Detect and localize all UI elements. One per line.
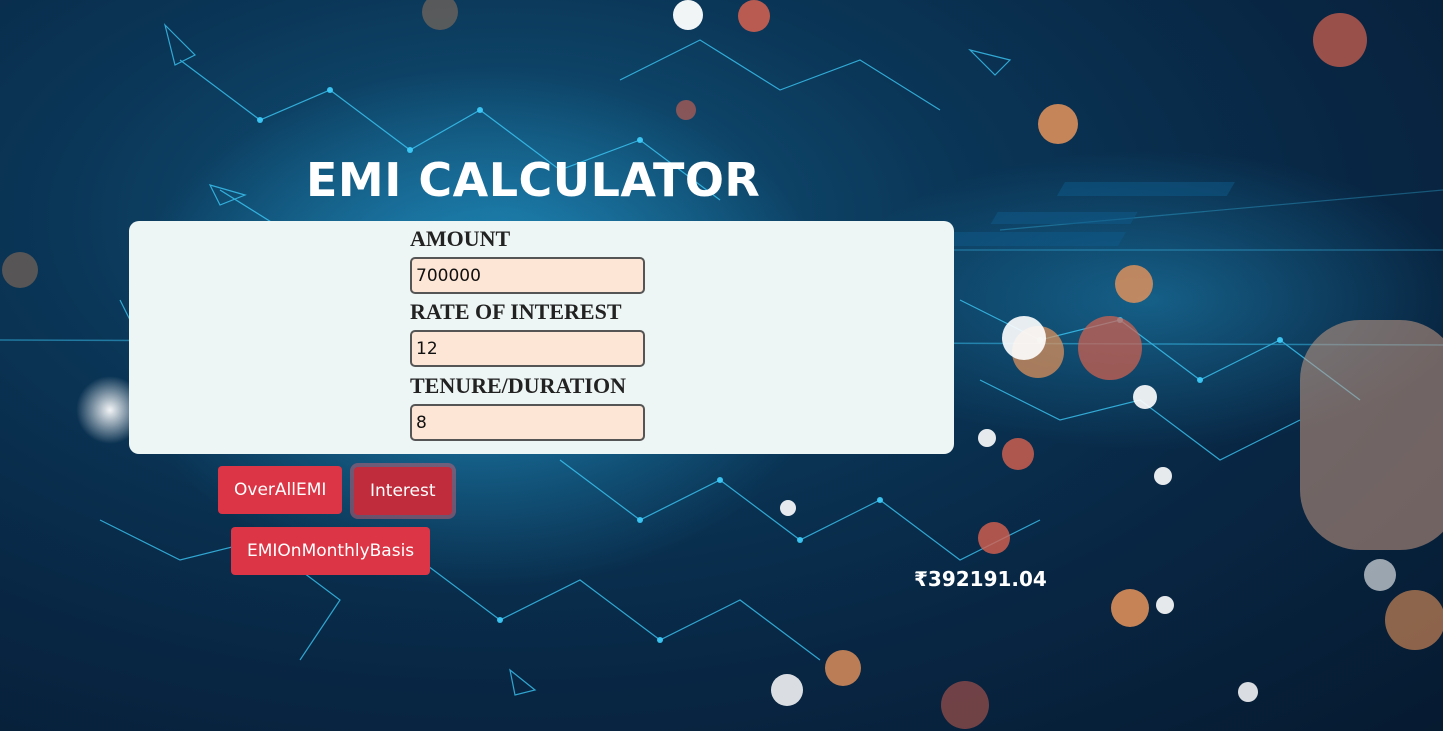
page-title: EMI CALCULATOR: [306, 153, 761, 207]
emi-monthly-basis-button[interactable]: EMIOnMonthlyBasis: [231, 527, 431, 575]
overall-emi-button[interactable]: OverAllEMI: [218, 466, 343, 514]
emi-form-card: AMOUNT RATE OF INTEREST TENURE/DURATION: [129, 221, 954, 454]
rate-of-interest-label: RATE OF INTEREST: [410, 299, 622, 324]
interest-button[interactable]: Interest: [354, 467, 452, 515]
tenure-duration-label: TENURE/DURATION: [410, 373, 626, 398]
result-amount: ₹392191.04: [914, 567, 1047, 591]
amount-input[interactable]: [410, 257, 645, 294]
amount-label: AMOUNT: [410, 226, 511, 251]
rate-of-interest-input[interactable]: [410, 330, 645, 367]
tenure-duration-input[interactable]: [410, 404, 645, 441]
